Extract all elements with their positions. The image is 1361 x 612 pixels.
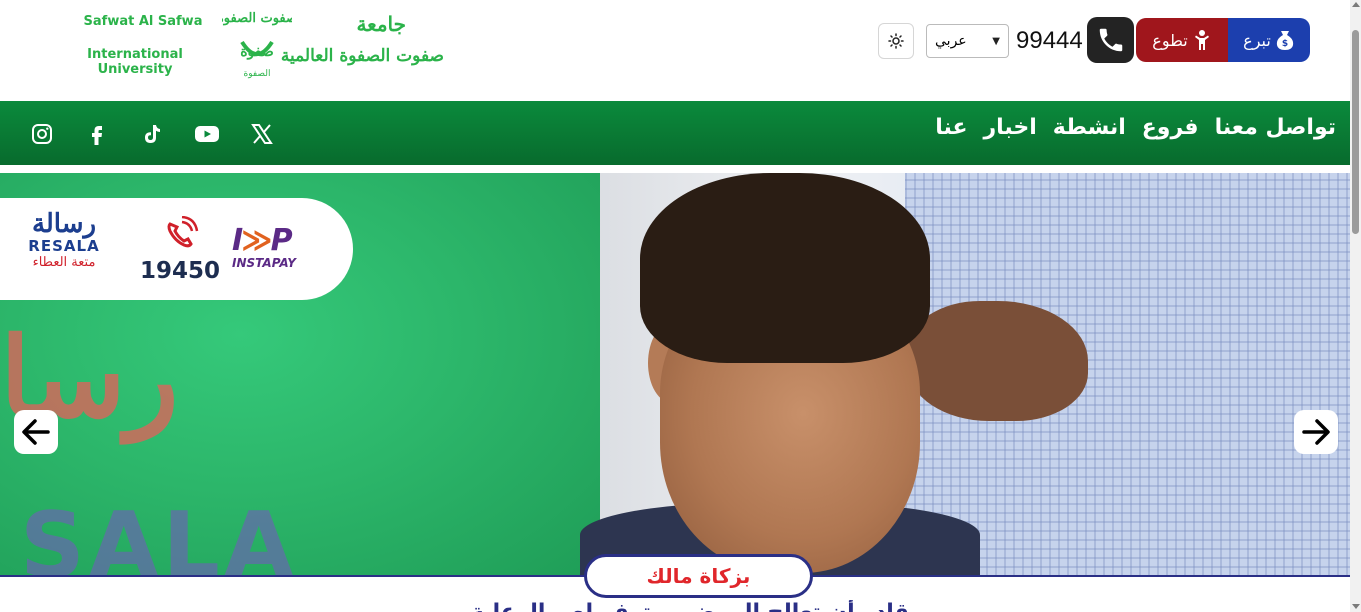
language-selected-value: عربي [935,33,967,49]
donate-label: تبرع [1243,30,1271,50]
tiktok-icon [144,125,160,143]
volunteer-icon [1194,30,1209,50]
cta-button-group: تطوع تبرع $ [1136,18,1310,62]
site-header: Safwat Al Safwa International University… [0,0,1350,101]
youtube-icon [194,126,219,142]
carousel-prev-button[interactable] [14,410,58,454]
logo-name-en-line2: International University [87,47,183,77]
call-button[interactable] [1087,17,1134,63]
main-navbar: تواصل معنا فروع انشطة اخبار عنا [0,101,1350,165]
svg-text:صفوة: صفوة [240,44,274,60]
svg-text:الصفوة: الصفوة [244,69,271,79]
zakat-badge[interactable]: بزكاة مالك [584,554,813,598]
logo-name-en-line1: Safwat Al Safwa [83,14,203,29]
nav-link-activities[interactable]: انشطة [1053,115,1126,140]
arrow-right-icon [1302,419,1330,445]
page: Safwat Al Safwa International University… [0,0,1361,612]
svg-text:صفوت الصفوة: صفوت الصفوة [222,11,292,26]
svg-text:$: $ [1282,39,1288,49]
nav-link-contact[interactable]: تواصل معنا [1215,115,1336,140]
resala-logo: رسالة RESALA متعة العطاء [14,211,114,270]
volunteer-button[interactable]: تطوع [1136,18,1228,62]
instagram-link[interactable] [14,116,69,152]
hero-photo-hand [908,301,1088,421]
university-logo[interactable]: Safwat Al Safwa International University… [50,4,450,82]
hotline-number: 19450 [140,258,221,284]
youtube-link[interactable] [179,116,234,152]
carousel-next-button[interactable] [1294,410,1338,454]
theme-toggle-button[interactable] [878,23,914,59]
scroll-up-arrow-icon[interactable] [1352,2,1360,7]
nav-link-branches[interactable]: فروع [1142,115,1199,140]
resala-logo-en: RESALA [28,237,100,255]
language-select[interactable]: عربي ▼ [926,24,1009,58]
phone-number[interactable]: 99444 [1016,27,1083,55]
scroll-thumb[interactable] [1352,30,1359,234]
instapay-logo: I≫P INSTAPAY [232,223,316,271]
resala-logo-ar: رسالة [31,209,97,239]
sun-icon [888,33,904,49]
instagram-icon [31,124,52,144]
nav-link-about[interactable]: عنا [935,115,967,140]
scroll-down-arrow-icon[interactable] [1352,604,1360,609]
logo-name-ar-line2: صفوت الصفوة العالمية [280,46,444,66]
section-heading: قادر أن تعالج المرضى وتوفر لهم الرعاية [370,600,1010,612]
donate-button[interactable]: تبرع $ [1228,18,1310,62]
instapay-mark-icon: I≫P [232,223,293,258]
facebook-icon [91,126,102,145]
page-scrollbar[interactable] [1350,0,1361,612]
facebook-link[interactable] [69,116,124,152]
resala-tagline: متعة العطاء [32,255,96,270]
tiktok-link[interactable] [124,116,179,152]
hotline-block: 19450 [140,215,221,284]
social-links [14,116,289,152]
logo-name-ar-line1: جامعة [356,12,406,36]
phone-icon [167,215,199,248]
hero-vest-print-latin: SALA [20,493,298,577]
phone-icon [1099,28,1122,52]
hero-carousel: رسا SALA رسالة RESALA متعة العطاء 19450 [0,173,1350,577]
nav-link-news[interactable]: اخبار [983,115,1036,140]
x-icon [250,124,273,144]
money-bag-icon: $ [1276,31,1293,50]
hero-photo-boy-hair [640,173,930,363]
section-heading-text: قادر أن تعالج المرضى وتوفر لهم الرعاية [370,602,1010,612]
instapay-wordmark: INSTAPAY [232,256,296,270]
x-link[interactable] [234,116,289,152]
nav-links: تواصل معنا فروع انشطة اخبار عنا [935,115,1336,140]
chevron-down-icon: ▼ [992,35,1000,47]
arrow-left-icon [22,419,50,445]
logo-emblem-icon: صفوت الصفوة صفوة الصفوة [222,11,292,79]
sponsor-banner: رسالة RESALA متعة العطاء 19450 I≫P INSTA… [0,198,353,300]
volunteer-label: تطوع [1152,30,1188,50]
